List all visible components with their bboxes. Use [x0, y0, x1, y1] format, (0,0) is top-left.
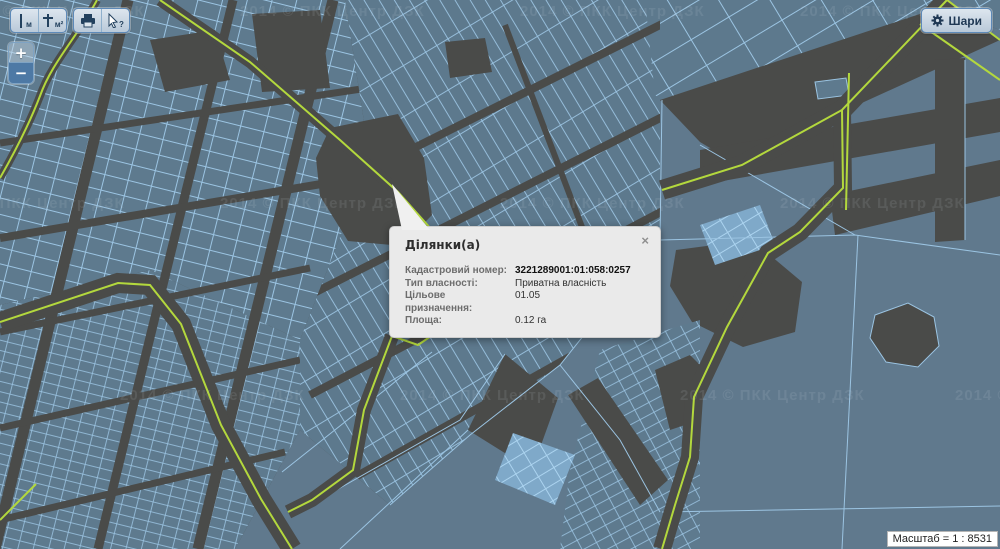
svg-text:2014 © ПКК Центр ДЗК: 2014 © ПКК Центр ДЗК — [955, 387, 1000, 404]
ruler-area-icon — [42, 13, 53, 27]
minus-icon: − — [14, 64, 28, 82]
popup-pointer — [392, 184, 430, 230]
svg-text:2014 © ПКК Центр ДЗК: 2014 © ПКК Центр ДЗК — [120, 387, 305, 404]
parcel-fields: Кадастровий номер: 3221289001:01:058:025… — [405, 265, 646, 328]
measure-length-button[interactable]: м — [11, 9, 38, 32]
identify-button[interactable]: ? — [101, 9, 129, 32]
parcel-info-popup: Ділянки(а) × Кадастровий номер: 32212890… — [389, 226, 661, 338]
popup-title: Ділянки(а) — [405, 238, 481, 252]
field-label: Тип власності: — [405, 277, 478, 289]
field-row: Кадастровий номер: 3221289001:01:058:025… — [405, 265, 646, 278]
field-label: Кадастровий номер: — [405, 265, 508, 276]
measure-area-unit: м² — [54, 19, 64, 29]
svg-text:2014 © ПКК Центр ДЗК: 2014 © ПКК Центр ДЗК — [520, 3, 705, 20]
field-value: 01.05 — [515, 290, 541, 301]
layers-button-label: Шари — [948, 13, 982, 28]
svg-text:2014 © ПКК Центр ДЗК: 2014 © ПКК Центр ДЗК — [0, 195, 125, 212]
svg-text:2014 © ПКК Центр ДЗК: 2014 © ПКК Центр ДЗК — [780, 195, 965, 212]
field-label: Цільове призначення: — [405, 290, 473, 314]
zoom-control: + − — [8, 42, 34, 84]
plus-icon: + — [14, 43, 28, 62]
printer-icon — [80, 13, 95, 27]
gear-icon — [931, 14, 944, 27]
svg-text:2014 © ПКК Центр ДЗК: 2014 © ПКК Центр ДЗК — [400, 387, 585, 404]
zoom-in-button[interactable]: + — [8, 42, 34, 63]
field-row: Площа: 0.12 га — [405, 315, 646, 328]
field-row: Тип власності: Приватна власність — [405, 278, 646, 291]
layers-button[interactable]: Шари — [920, 8, 992, 33]
identify-question-mark: ? — [119, 19, 124, 29]
field-row: Цільове призначення: 01.05 — [405, 290, 646, 315]
zoom-out-button[interactable]: − — [8, 63, 34, 84]
field-value: 3221289001:01:058:0257 — [515, 265, 631, 276]
svg-text:2014 © ПКК Центр ДЗК: 2014 © ПКК Центр ДЗК — [240, 3, 425, 20]
map-toolbar: м м² ? — [10, 8, 130, 33]
field-value: 0.12 га — [515, 315, 547, 326]
field-label: Площа: — [405, 315, 442, 326]
field-value: Приватна власність — [515, 277, 607, 289]
ruler-length-icon — [20, 13, 23, 28]
print-button[interactable] — [74, 9, 101, 32]
measure-area-button[interactable]: м² — [38, 9, 66, 32]
svg-text:2014 © ПКК Центр ДЗК: 2014 © ПКК Центр ДЗК — [680, 387, 865, 404]
svg-text:2014 © ПКК Центр ДЗК: 2014 © ПКК Центр ДЗК — [500, 195, 685, 212]
measure-length-unit: м — [26, 19, 32, 29]
scale-indicator: Масштаб = 1 : 8531 — [886, 531, 998, 547]
measure-button-group: м м² — [10, 8, 67, 33]
map-viewport: 2014 © ПКК Центр ДЗК 2014 © ПКК Центр ДЗ… — [0, 0, 1000, 549]
close-icon[interactable]: × — [641, 234, 649, 247]
cursor-icon — [108, 13, 119, 28]
svg-text:2014 © ПКК Центр ДЗК: 2014 © ПКК Центр ДЗК — [220, 195, 405, 212]
tools-button-group: ? — [73, 8, 130, 33]
